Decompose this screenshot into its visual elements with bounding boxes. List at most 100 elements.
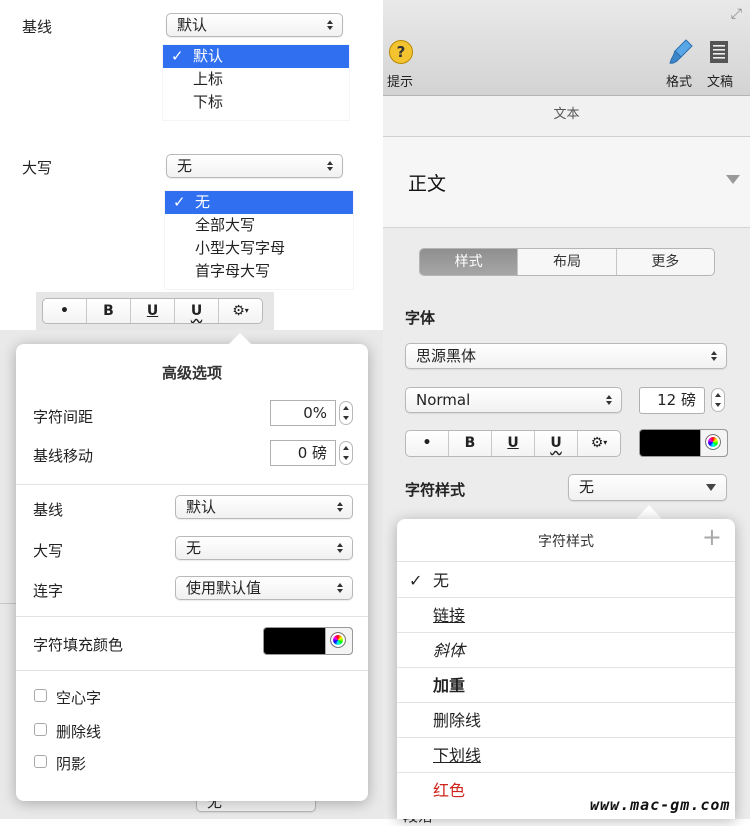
gear-icon: ⚙ — [232, 303, 245, 319]
gear-menu-button[interactable]: ⚙▾ — [219, 299, 262, 323]
shadow-checkbox[interactable] — [34, 755, 47, 768]
color-wheel-button[interactable] — [325, 628, 352, 654]
char-style-item[interactable]: 链接 — [397, 598, 735, 633]
format-label[interactable]: 格式 — [666, 71, 692, 90]
adv-caps-popup[interactable]: 无 — [175, 536, 353, 560]
char-style-item[interactable]: 删除线 — [397, 703, 735, 738]
checkmark-icon: ✓ — [171, 47, 184, 65]
font-size-stepper[interactable] — [711, 388, 725, 412]
caps-menu-item[interactable]: 首字母大写 — [165, 260, 353, 283]
chevron-down-icon — [706, 484, 716, 491]
ligature-popup[interactable]: 使用默认值 — [175, 576, 353, 600]
caps-menu-item[interactable]: ✓ 无 — [165, 191, 353, 214]
baseline-popup[interactable]: 默认 — [166, 13, 343, 37]
chevron-down-icon: ▾ — [603, 438, 608, 447]
wavy-underline-button[interactable]: U — [175, 299, 219, 323]
baseline-shift-label: 基线移动 — [33, 447, 94, 465]
font-family-popup[interactable]: 思源黑体 — [405, 343, 727, 369]
fill-color-well[interactable] — [263, 627, 353, 655]
char-spacing-stepper[interactable] — [339, 401, 353, 425]
adv-caps-label: 大写 — [33, 542, 64, 560]
baseline-menu-item[interactable]: 上标 — [163, 68, 349, 91]
paragraph-style-selector[interactable]: 正文 — [383, 137, 750, 228]
divider — [16, 670, 368, 671]
advanced-options-popover: 高级选项 字符间距 0% 基线移动 0 磅 基线 默认 大写 无 连字 使用默认… — [16, 344, 368, 801]
char-spacing-field[interactable]: 0% — [270, 400, 336, 426]
underline-button[interactable]: U — [131, 299, 175, 323]
font-heading: 字体 — [405, 309, 436, 327]
baseline-popup-value: 默认 — [177, 16, 208, 34]
popup-arrows-icon — [605, 394, 613, 406]
caps-menu-item[interactable]: 全部大写 — [165, 214, 353, 237]
fullscreen-icon[interactable]: ⤢ — [731, 6, 742, 22]
checkmark-icon: ✓ — [173, 193, 186, 211]
add-style-button[interactable]: + — [702, 523, 722, 551]
strikethrough-checkbox[interactable] — [34, 723, 47, 736]
caps-popup[interactable]: 无 — [166, 154, 343, 178]
paintbrush-icon[interactable] — [668, 38, 694, 66]
strikethrough-label: 删除线 — [56, 723, 102, 741]
char-style-label: 字符样式 — [405, 481, 466, 499]
document-icon[interactable] — [709, 40, 729, 64]
font-weight-popup[interactable]: Normal — [405, 387, 622, 413]
baseline-menu: ✓ 默认 上标 下标 — [163, 45, 349, 120]
divider — [397, 561, 735, 562]
list-bullet-button[interactable]: • — [43, 299, 87, 323]
divider — [16, 616, 368, 617]
char-style-item[interactable]: 斜体 — [397, 633, 735, 668]
popup-arrows-icon — [710, 350, 718, 362]
char-style-item[interactable]: ✓ 无 — [397, 563, 735, 598]
gear-icon: ⚙ — [590, 435, 604, 451]
tab-style[interactable]: 样式 — [420, 249, 519, 275]
baseline-menu-item[interactable]: ✓ 默认 — [163, 45, 349, 68]
popup-arrows-icon — [326, 19, 334, 31]
caps-popup-value: 无 — [177, 157, 193, 175]
help-label[interactable]: 提示 — [387, 71, 413, 90]
wavy-underline-button[interactable]: U — [535, 431, 578, 456]
outline-label: 空心字 — [56, 689, 102, 707]
section-header: 文本 — [383, 96, 750, 137]
char-style-popup[interactable]: 无 — [568, 474, 727, 501]
chevron-down-icon: ▾ — [244, 306, 249, 315]
popover-arrow — [228, 333, 252, 345]
disclosure-triangle-icon[interactable] — [726, 175, 740, 184]
popup-arrows-icon — [336, 582, 344, 594]
list-bullet-button[interactable]: • — [406, 431, 449, 456]
char-style-popover: 字符样式 + ✓ 无 链接 斜体 加重 删除线 下划线 红色 — [397, 519, 735, 819]
shadow-label: 阴影 — [56, 755, 87, 773]
help-icon[interactable]: ? — [389, 40, 413, 64]
divider — [0, 603, 16, 604]
bold-button[interactable]: B — [449, 431, 492, 456]
char-style-item[interactable]: 加重 — [397, 668, 735, 703]
popover-arrow — [636, 505, 662, 519]
popup-arrows-icon — [336, 501, 344, 513]
baseline-shift-stepper[interactable] — [339, 441, 353, 465]
baseline-shift-field[interactable]: 0 磅 — [270, 440, 336, 466]
document-label[interactable]: 文稿 — [707, 71, 733, 90]
checkmark-icon: ✓ — [409, 571, 423, 590]
divider — [16, 484, 368, 485]
color-wheel-button[interactable] — [700, 430, 727, 456]
char-style-popover-title: 字符样式 — [538, 534, 594, 550]
watermark: www.mac-gm.com — [590, 796, 731, 814]
ligature-label: 连字 — [33, 582, 64, 600]
font-size-field[interactable]: 12 磅 — [639, 387, 705, 414]
char-spacing-label: 字符间距 — [33, 408, 94, 426]
tab-layout[interactable]: 布局 — [518, 249, 617, 275]
bold-button[interactable]: B — [87, 299, 131, 323]
baseline-menu-item[interactable]: 下标 — [163, 91, 349, 114]
caps-menu: ✓ 无 全部大写 小型大写字母 首字母大写 — [165, 191, 353, 289]
caps-label: 大写 — [22, 159, 53, 177]
format-tabs: 样式 布局 更多 — [419, 248, 715, 276]
text-color-well[interactable] — [639, 429, 728, 457]
gear-menu-button[interactable]: ⚙▾ — [578, 431, 620, 456]
outline-checkbox[interactable] — [34, 689, 47, 702]
caps-menu-item[interactable]: 小型大写字母 — [165, 237, 353, 260]
adv-baseline-popup[interactable]: 默认 — [175, 495, 353, 519]
tab-more[interactable]: 更多 — [617, 249, 714, 275]
popup-arrows-icon — [326, 160, 334, 172]
paragraph-style-name: 正文 — [408, 173, 447, 195]
char-style-item[interactable]: 下划线 — [397, 738, 735, 773]
adv-baseline-label: 基线 — [33, 501, 64, 519]
underline-button[interactable]: U — [492, 431, 535, 456]
